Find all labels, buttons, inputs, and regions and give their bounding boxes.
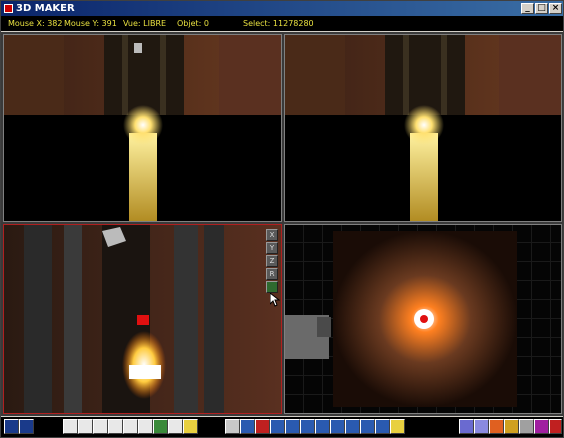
status-bar: Mouse X: 382 Mouse Y: 391 Vue: LIBRE Obj… bbox=[1, 16, 563, 31]
save-icon[interactable] bbox=[4, 419, 19, 434]
view-mode-readout: Vue: LIBRE bbox=[123, 19, 167, 28]
move-down-icon[interactable] bbox=[270, 419, 285, 434]
rotate-left-icon[interactable] bbox=[285, 419, 300, 434]
move-red-icon[interactable] bbox=[255, 419, 270, 434]
texture-icon[interactable] bbox=[459, 419, 474, 434]
mouse-y-readout: Mouse Y: 391 bbox=[64, 19, 117, 28]
viewport-top-right[interactable] bbox=[284, 34, 562, 222]
group-icon[interactable] bbox=[153, 419, 168, 434]
rotate-right-icon[interactable] bbox=[300, 419, 315, 434]
mouse-x-readout: Mouse X: 382 bbox=[8, 19, 63, 28]
light-bulb-icon[interactable] bbox=[183, 419, 198, 434]
magnet-icon[interactable] bbox=[168, 419, 183, 434]
maximize-button[interactable]: □ bbox=[535, 3, 548, 14]
axis-z-button[interactable]: Z bbox=[266, 255, 278, 267]
align-icon[interactable] bbox=[375, 419, 390, 434]
eye-icon[interactable] bbox=[225, 419, 240, 434]
axis-selector: X Y Z R bbox=[266, 229, 278, 294]
cube-icon[interactable] bbox=[63, 419, 78, 434]
fire-icon[interactable] bbox=[489, 419, 504, 434]
close-button[interactable]: × bbox=[549, 3, 562, 14]
mouse-cursor-icon bbox=[270, 293, 280, 307]
cube-view-icon[interactable] bbox=[390, 419, 405, 434]
app-window: 3D MAKER _ □ × Mouse X: 382 Mouse Y: 391… bbox=[0, 0, 564, 438]
box-icon[interactable] bbox=[138, 419, 153, 434]
axis-x-button[interactable]: X bbox=[266, 229, 278, 241]
viewport-area: X Y Z R bbox=[1, 32, 563, 416]
select-readout: Select: 11278280 bbox=[243, 19, 314, 28]
fit-icon[interactable] bbox=[330, 419, 345, 434]
scene-top-right bbox=[285, 35, 561, 221]
viewport-bottom-right-top-view[interactable] bbox=[284, 224, 562, 414]
grid-icon[interactable] bbox=[474, 419, 489, 434]
sphere-icon[interactable] bbox=[78, 419, 93, 434]
scene-top-left bbox=[4, 35, 281, 221]
axis-r-button[interactable]: R bbox=[266, 268, 278, 280]
app-icon bbox=[4, 4, 13, 13]
move-horizontal-icon[interactable] bbox=[240, 419, 255, 434]
viewport-top-left[interactable] bbox=[3, 34, 282, 222]
save-as-icon[interactable] bbox=[19, 419, 34, 434]
axis-y-button[interactable]: Y bbox=[266, 242, 278, 254]
scale-icon[interactable] bbox=[345, 419, 360, 434]
drop-icon[interactable] bbox=[504, 419, 519, 434]
viewport-bottom-left-active[interactable]: X Y Z R bbox=[3, 224, 282, 414]
object-readout: Objet: 0 bbox=[177, 19, 209, 28]
camera-icon[interactable] bbox=[266, 281, 278, 293]
cylinder-icon[interactable] bbox=[93, 419, 108, 434]
cone-icon[interactable] bbox=[108, 419, 123, 434]
title-bar: 3D MAKER _ □ × bbox=[1, 1, 563, 16]
exit-icon[interactable] bbox=[549, 419, 562, 434]
wrench-icon[interactable] bbox=[123, 419, 138, 434]
scene-bottom-left bbox=[4, 225, 281, 413]
help-icon[interactable] bbox=[534, 419, 549, 434]
bottom-toolbar bbox=[1, 417, 563, 437]
window-title: 3D MAKER bbox=[16, 3, 75, 14]
scene-top-view bbox=[285, 231, 517, 407]
settings-icon[interactable] bbox=[519, 419, 534, 434]
mirror-icon[interactable] bbox=[360, 419, 375, 434]
minimize-button[interactable]: _ bbox=[521, 3, 534, 14]
rotate-icon[interactable] bbox=[315, 419, 330, 434]
